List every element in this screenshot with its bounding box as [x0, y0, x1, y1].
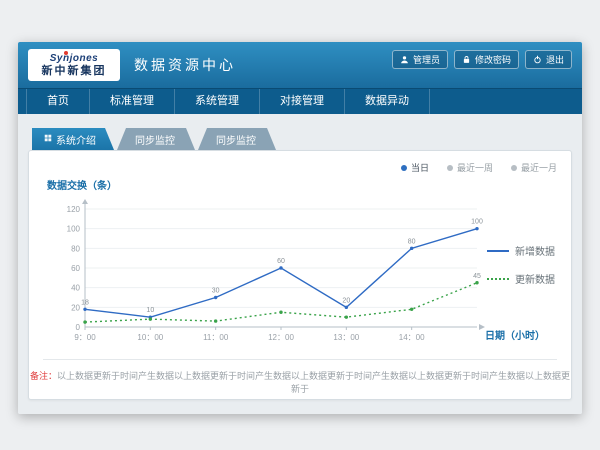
tab-sync-monitor-2-label: 同步监控	[216, 132, 256, 147]
svg-text:30: 30	[212, 288, 220, 295]
legend-update-data[interactable]: 更新数据	[487, 271, 555, 286]
filter-today[interactable]: 当日	[401, 161, 429, 174]
brand-logo: Synjones 新中新集团	[28, 49, 120, 81]
admin-button-label: 管理员	[413, 53, 440, 66]
legend-new-data[interactable]: 新增数据	[487, 243, 555, 258]
chart-panel: 当日 最近一周 最近一月 数据交换（条） 0 20 40 60 80 100 120 9：00…	[28, 150, 572, 400]
filter-week-label: 最近一周	[457, 161, 493, 174]
nav-item-home[interactable]: 首页	[26, 89, 90, 114]
footnote: 备注：以上数据更新于时间产生数据以上数据更新于时间产生数据以上数据更新于时间产生…	[29, 369, 571, 395]
tab-bar: 系统介绍 同步监控 同步监控	[32, 128, 572, 150]
change-password-label: 修改密码	[475, 53, 511, 66]
y-axis-label: 数据交换（条）	[47, 177, 117, 192]
x-axis-label: 日期（小时）	[485, 327, 545, 342]
svg-text:12：00: 12：00	[268, 333, 294, 342]
page-title: 数据资源中心	[134, 55, 236, 75]
power-icon	[533, 55, 542, 64]
svg-text:80: 80	[408, 238, 416, 245]
svg-text:10：00: 10：00	[137, 333, 163, 342]
brand-text: Synjones	[50, 53, 98, 64]
svg-text:9：00: 9：00	[74, 333, 96, 342]
logout-label: 退出	[546, 53, 564, 66]
tab-sync-monitor-2[interactable]: 同步监控	[198, 128, 276, 150]
content-area: 系统介绍 同步监控 同步监控 当日 最近一周	[18, 114, 582, 414]
svg-text:20: 20	[342, 297, 350, 304]
grid-icon	[44, 134, 52, 145]
tab-system-intro-label: 系统介绍	[56, 132, 96, 147]
svg-text:45: 45	[473, 273, 481, 280]
tab-sync-monitor-1[interactable]: 同步监控	[117, 128, 195, 150]
tab-sync-monitor-1-label: 同步监控	[135, 132, 175, 147]
company-name: 新中新集团	[42, 66, 107, 77]
logout-button[interactable]: 退出	[525, 50, 572, 69]
lock-icon	[462, 55, 471, 64]
legend-update-data-label: 更新数据	[515, 271, 555, 286]
header-actions: 管理员 修改密码 退出	[392, 50, 572, 69]
filter-last-week[interactable]: 最近一周	[447, 161, 493, 174]
tab-system-intro[interactable]: 系统介绍	[32, 128, 114, 150]
svg-text:80: 80	[71, 244, 80, 253]
svg-text:120: 120	[67, 205, 81, 214]
filter-today-dot-icon	[401, 165, 407, 171]
app-window: Synjones 新中新集团 数据资源中心 管理员 修改密码	[18, 42, 582, 414]
svg-text:11：00: 11：00	[203, 333, 229, 342]
user-icon	[400, 55, 409, 64]
app-header: Synjones 新中新集团 数据资源中心 管理员 修改密码	[18, 42, 582, 88]
change-password-button[interactable]: 修改密码	[454, 50, 519, 69]
nav-item-system-mgmt[interactable]: 系统管理	[175, 89, 260, 114]
nav-item-connect-mgmt[interactable]: 对接管理	[260, 89, 345, 114]
series-legend: 新增数据 更新数据	[487, 243, 555, 286]
line-chart: 0 20 40 60 80 100 120 9：00 10：00 11：00 12：00 13：00 1…	[45, 195, 489, 351]
legend-new-data-label: 新增数据	[515, 243, 555, 258]
main-nav: 首页 标准管理 系统管理 对接管理 数据异动	[18, 88, 582, 114]
svg-text:18: 18	[81, 299, 89, 306]
time-filter-legend: 当日 最近一周 最近一月	[401, 161, 557, 174]
svg-text:40: 40	[71, 284, 80, 293]
panel-divider	[43, 359, 557, 360]
filter-week-dot-icon	[447, 165, 453, 171]
svg-text:100: 100	[471, 219, 483, 226]
svg-text:13：00: 13：00	[333, 333, 359, 342]
brand-dot-icon	[64, 51, 68, 55]
filter-month-dot-icon	[511, 165, 517, 171]
footnote-text: 以上数据更新于时间产生数据以上数据更新于时间产生数据以上数据更新于时间产生数据以…	[57, 371, 570, 394]
svg-text:14：00: 14：00	[399, 333, 425, 342]
svg-text:20: 20	[71, 303, 80, 312]
svg-text:60: 60	[71, 264, 80, 273]
filter-month-label: 最近一月	[521, 161, 557, 174]
legend-new-data-line-icon	[487, 250, 509, 252]
filter-last-month[interactable]: 最近一月	[511, 161, 557, 174]
brand-name: Synjones	[50, 54, 98, 64]
admin-button[interactable]: 管理员	[392, 50, 448, 69]
footnote-prefix: 备注：	[30, 371, 57, 381]
svg-text:100: 100	[67, 225, 81, 234]
svg-text:10: 10	[146, 307, 154, 314]
filter-today-label: 当日	[411, 161, 429, 174]
legend-update-data-line-icon	[487, 278, 509, 280]
nav-item-standard-mgmt[interactable]: 标准管理	[90, 89, 175, 114]
svg-text:60: 60	[277, 258, 285, 265]
nav-item-data-change[interactable]: 数据异动	[345, 89, 430, 114]
svg-text:0: 0	[76, 323, 81, 332]
